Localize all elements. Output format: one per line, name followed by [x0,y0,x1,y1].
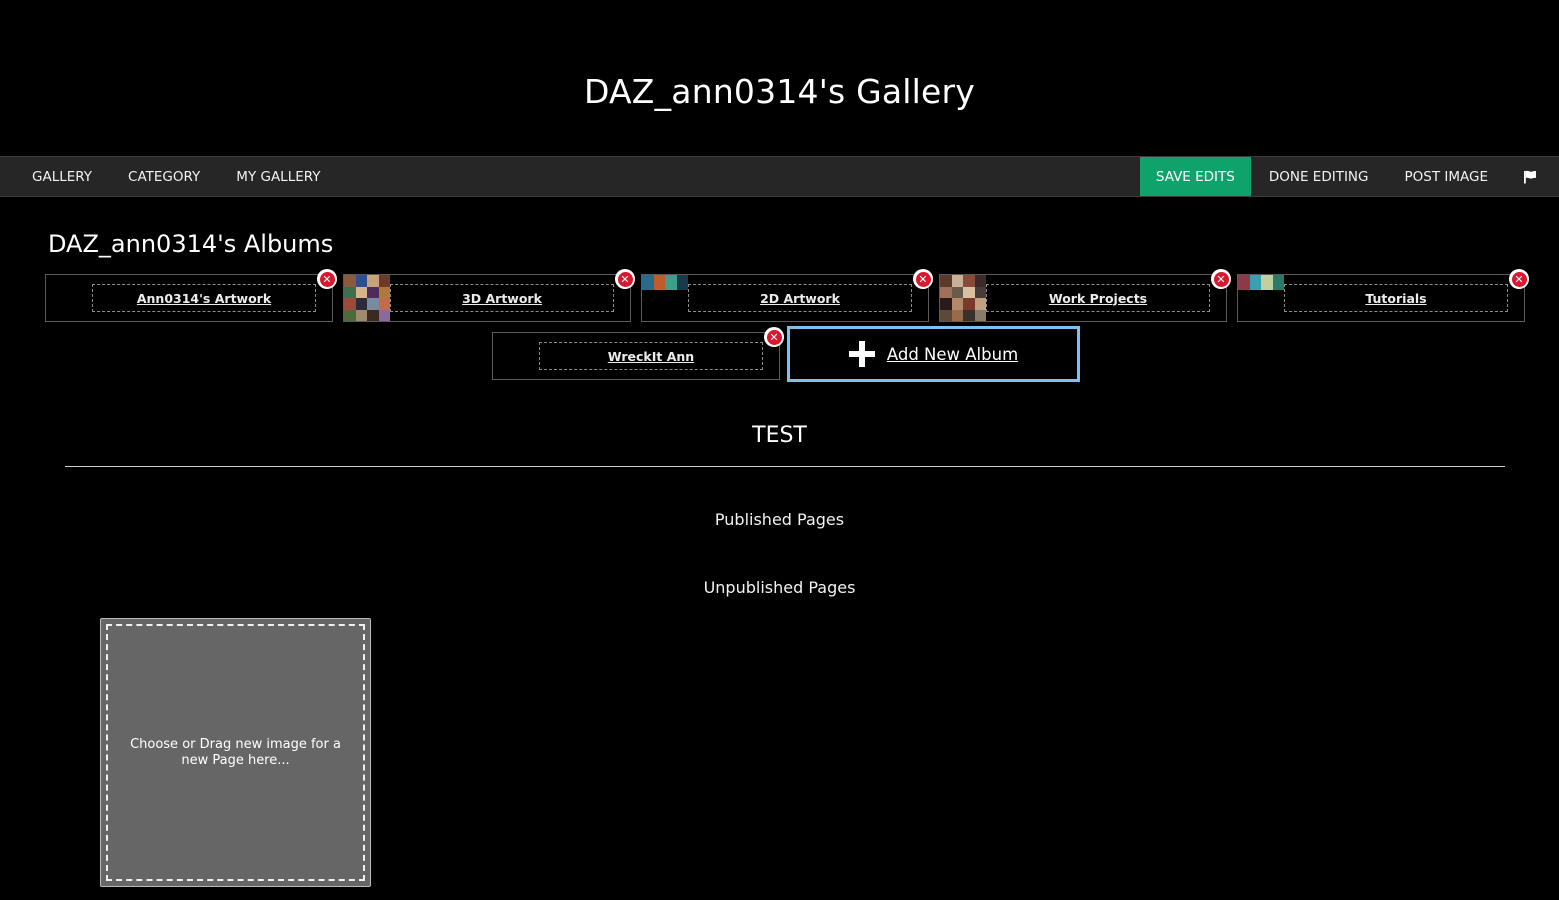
album-delete-button[interactable]: ✕ [1509,269,1529,289]
flag-icon [1524,170,1536,183]
album-tile: Tutorials ✕ [1237,269,1529,322]
delete-icon: ✕ [915,271,931,287]
album-name-link[interactable]: Ann0314's Artwork [92,284,316,312]
album-thumbnail [642,275,688,290]
delete-icon: ✕ [766,329,782,345]
album-delete-button[interactable]: ✕ [1211,269,1231,289]
post-image-button[interactable]: POST IMAGE [1387,157,1507,196]
add-new-album-button[interactable]: Add New Album [787,326,1080,382]
delete-icon: ✕ [319,271,335,287]
album-name-link[interactable]: WreckIt Ann [539,342,763,370]
album-tile: 3D Artwork ✕ [343,269,635,322]
report-flag-button[interactable] [1506,157,1559,196]
album-tile: Work Projects ✕ [939,269,1231,322]
add-new-album-label: Add New Album [886,344,1019,364]
albums-title: DAZ_ann0314's Albums [48,230,334,258]
album-tile: 2D Artwork ✕ [641,269,933,322]
delete-icon: ✕ [1213,271,1229,287]
published-pages-heading: Published Pages [714,510,845,529]
section-divider [65,466,1505,467]
site-title: DAZ_ann0314's Gallery [583,72,976,111]
delete-icon: ✕ [617,271,633,287]
album-name-link[interactable]: Work Projects [986,284,1210,312]
album-delete-button[interactable]: ✕ [764,327,784,347]
album-delete-button[interactable]: ✕ [317,269,337,289]
plus-icon [848,341,875,367]
nav-right-group: SAVE EDITS DONE EDITING POST IMAGE [1139,157,1559,196]
album-thumbnail [1238,275,1284,290]
album-name-link[interactable]: Tutorials [1284,284,1508,312]
dropzone-text: Choose or Drag new image for a new Page … [130,736,341,768]
album-thumbnail [940,275,986,321]
album-tile: Ann0314's Artwork ✕ [45,269,337,322]
new-page-dropzone[interactable]: Choose or Drag new image for a new Page … [100,618,371,887]
unpublished-pages-heading: Unpublished Pages [703,578,856,597]
album-delete-button[interactable]: ✕ [913,269,933,289]
nav-left-group: GALLERY CATEGORY MY GALLERY [14,157,339,196]
nav-my-gallery[interactable]: MY GALLERY [218,157,338,196]
album-name-link[interactable]: 2D Artwork [688,284,912,312]
album-delete-button[interactable]: ✕ [615,269,635,289]
album-name-link[interactable]: 3D Artwork [390,284,614,312]
nav-gallery[interactable]: GALLERY [14,157,110,196]
delete-icon: ✕ [1511,271,1527,287]
nav-category[interactable]: CATEGORY [110,157,218,196]
done-editing-button[interactable]: DONE EDITING [1251,157,1387,196]
album-tile: WreckIt Ann ✕ [492,327,784,380]
section-title: TEST [752,423,807,448]
dropzone-dashed-area: Choose or Drag new image for a new Page … [106,624,365,881]
save-edits-button[interactable]: SAVE EDITS [1139,157,1251,196]
album-thumbnail [344,275,390,321]
main-navbar: GALLERY CATEGORY MY GALLERY SAVE EDITS D… [0,156,1559,197]
